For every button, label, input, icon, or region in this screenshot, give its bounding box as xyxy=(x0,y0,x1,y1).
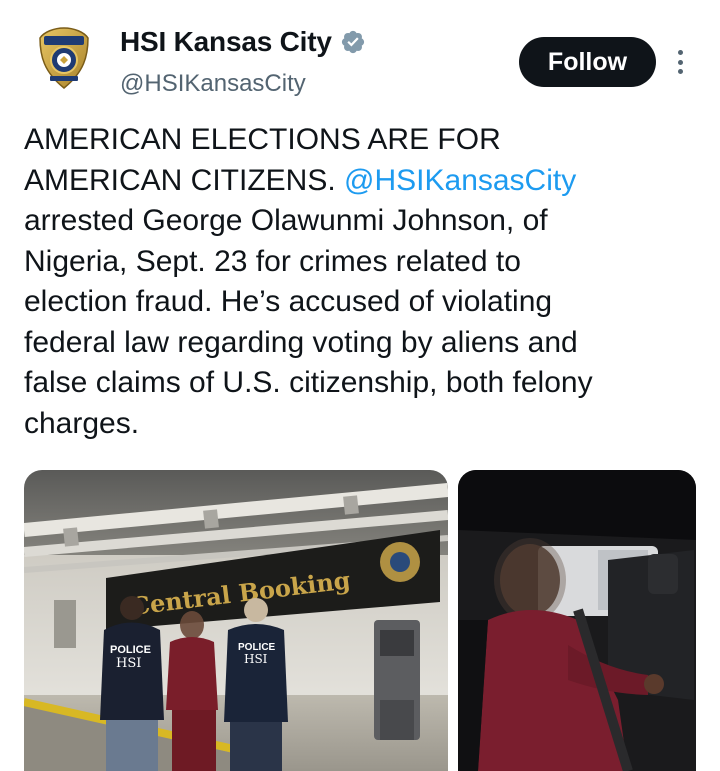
tweet-line: AMERICAN ELECTIONS ARE FOR xyxy=(24,123,501,156)
mention-link[interactable]: @HSIKansasCity xyxy=(344,164,576,197)
tweet-line: charges. xyxy=(24,406,140,440)
vest-left-line2: HSI xyxy=(116,656,141,671)
tweet-header: HSI Kansas City @HSIKansasCity Follow xyxy=(0,0,720,110)
account-handle[interactable]: @HSIKansasCity xyxy=(120,70,306,98)
more-dot xyxy=(677,50,683,55)
tweet-line-text: AMERICAN CITIZENS. xyxy=(24,163,345,197)
tweet-line: false claims of U.S. citizenship, both f… xyxy=(24,366,593,399)
tweet-line: Nigeria, Sept. 23 for crimes related to xyxy=(24,244,521,278)
tweet-line: election fraud. He’s accused of violatin… xyxy=(24,285,553,318)
more-dot xyxy=(677,59,683,65)
verified-badge-icon[interactable] xyxy=(340,29,366,55)
profile-avatar[interactable] xyxy=(28,22,100,94)
vest-left-line1: POLICE xyxy=(110,644,151,656)
hsi-badge-icon xyxy=(39,27,89,89)
more-dot xyxy=(677,69,683,74)
tweet-line: arrested George Olawunmi Johnson, of xyxy=(24,204,548,237)
vest-right-line2: HSI xyxy=(244,652,268,666)
tweet-line: federal law regarding voting by aliens a… xyxy=(24,325,578,359)
name-row: HSI Kansas City xyxy=(120,26,366,58)
display-name[interactable]: HSI Kansas City xyxy=(120,26,332,58)
more-options-icon[interactable] xyxy=(668,44,692,80)
tweet-text: AMERICAN ELECTIONS ARE FOR AMERICAN CITI… xyxy=(24,120,704,444)
tweet-line-with-mention: AMERICAN CITIZENS. @HSIKansasCity xyxy=(24,161,704,202)
follow-button[interactable]: Follow xyxy=(519,37,656,87)
media-photo-vehicle[interactable] xyxy=(458,470,696,771)
media-photo-booking[interactable]: Central Booking POLICE HSI POLICE HSI xyxy=(24,470,448,771)
